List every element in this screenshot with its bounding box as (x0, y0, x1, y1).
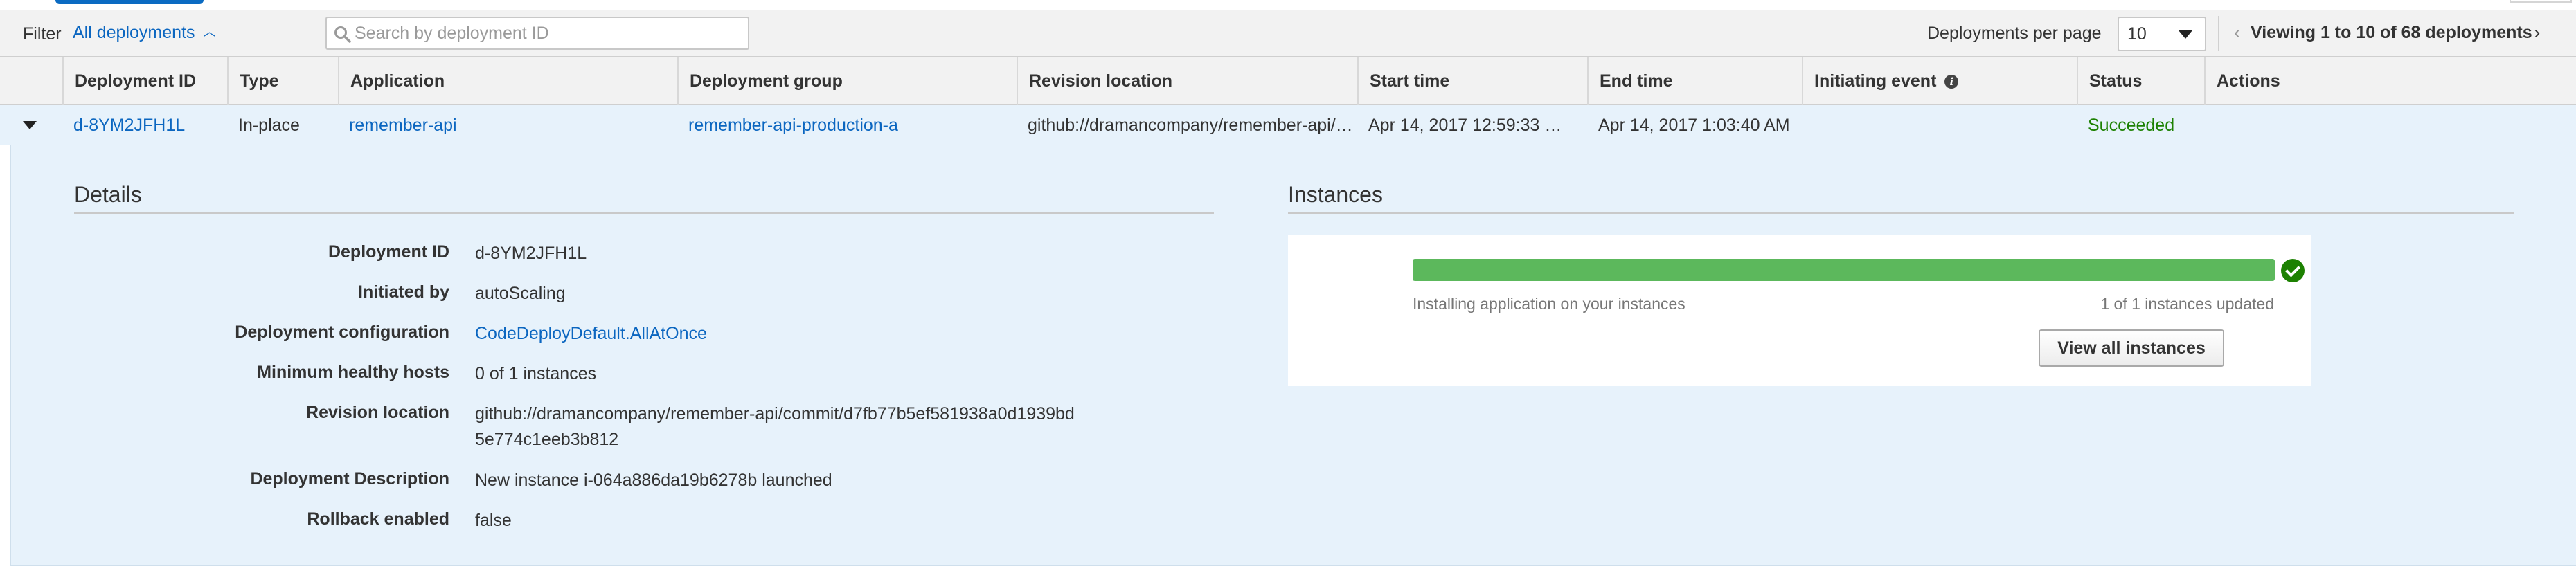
instances-panel: Installing application on your instances… (1288, 235, 2311, 386)
deployment-detail-panel: Details Deployment ID d-8YM2JFH1L Initia… (10, 145, 2576, 566)
secondary-action-edge[interactable] (2510, 0, 2572, 3)
actions-cell (2204, 105, 2576, 145)
header-expand-column (0, 57, 62, 105)
detail-minimum-healthy-hosts: 0 of 1 instances (475, 364, 597, 383)
search-icon (334, 26, 351, 43)
revision-location-cell: github://dramancompany/remember-api/comm… (1028, 116, 1357, 135)
detail-label: Revision location (306, 403, 449, 422)
detail-revision-location-line2: 5e774c1eeb3b812 (475, 430, 619, 449)
header-deployment-group[interactable]: Deployment group (677, 57, 1017, 105)
header-initiating-event[interactable]: Initiating event i (1802, 57, 2077, 105)
filter-value: All deployments (73, 23, 195, 42)
instances-progress-fill (1413, 259, 2275, 281)
header-actions: Actions (2204, 57, 2576, 105)
header-initiating-event-label: Initiating event (1814, 71, 1937, 91)
header-application[interactable]: Application (338, 57, 677, 105)
instances-divider (1288, 212, 2514, 214)
header-type[interactable]: Type (227, 57, 338, 105)
next-page-button[interactable]: › (2534, 21, 2540, 44)
header-revision-location[interactable]: Revision location (1017, 57, 1357, 105)
header-end-time[interactable]: End time (1587, 57, 1802, 105)
search-field[interactable] (325, 17, 749, 50)
end-time-cell: Apr 14, 2017 1:03:40 AM (1598, 116, 1790, 135)
primary-action-edge[interactable] (55, 0, 204, 4)
filter-bar: Filter All deployments ︿ Deployments per … (0, 10, 2576, 57)
search-input[interactable] (355, 22, 742, 44)
per-page-select[interactable]: 10 (2118, 17, 2206, 51)
instances-status-text: Installing application on your instances (1413, 295, 1685, 313)
instances-progress-bar (1413, 259, 2275, 281)
detail-deployment-description: New instance i-064a886da19b6278b launche… (475, 471, 832, 490)
pagination-status: Viewing 1 to 10 of 68 deployments (2251, 23, 2532, 42)
per-page-label: Deployments per page (1927, 24, 2102, 43)
table-row[interactable]: d-8YM2JFH1L In-place remember-api rememb… (0, 105, 2576, 145)
detail-label: Rollback enabled (307, 509, 449, 529)
collapse-row-icon[interactable] (23, 121, 37, 129)
per-page-value: 10 (2127, 24, 2147, 44)
details-divider (74, 212, 1214, 214)
detail-initiated-by: autoScaling (475, 284, 566, 303)
previous-page-button[interactable]: ‹ (2234, 21, 2240, 44)
chevron-up-icon: ︿ (203, 25, 216, 39)
header-start-time[interactable]: Start time (1357, 57, 1587, 105)
detail-label: Deployment Description (250, 469, 449, 489)
detail-label: Initiated by (358, 282, 449, 302)
instances-title: Instances (1288, 182, 1383, 207)
application-link[interactable]: remember-api (338, 105, 677, 145)
detail-rollback-enabled: false (475, 511, 512, 530)
deployment-type: In-place (238, 116, 300, 135)
filter-label: Filter (23, 24, 62, 44)
deployment-configuration-link[interactable]: CodeDeployDefault.AllAtOnce (475, 324, 707, 344)
check-circle-icon (2281, 259, 2305, 282)
info-icon[interactable]: i (1944, 75, 1959, 89)
detail-deployment-id: d-8YM2JFH1L (475, 244, 587, 263)
detail-label: Deployment configuration (235, 322, 449, 342)
header-status[interactable]: Status (2077, 57, 2204, 105)
detail-label: Minimum healthy hosts (257, 363, 449, 382)
top-strip (0, 0, 2576, 10)
deployment-id-link[interactable]: d-8YM2JFH1L (62, 105, 227, 145)
start-time-cell: Apr 14, 2017 12:59:33 PM (1368, 116, 1565, 135)
table-header: Deployment ID Type Application Deploymen… (0, 57, 2576, 105)
filter-dropdown[interactable]: All deployments ︿ (73, 23, 215, 43)
details-title: Details (74, 182, 142, 207)
caret-down-icon (2179, 30, 2192, 39)
status-cell: Succeeded (2088, 116, 2175, 135)
detail-revision-location-line1: github://dramancompany/remember-api/comm… (475, 404, 1075, 424)
view-all-instances-button[interactable]: View all instances (2039, 329, 2224, 367)
initiating-event-cell (1802, 105, 2077, 145)
header-deployment-id[interactable]: Deployment ID (62, 57, 229, 105)
detail-label: Deployment ID (328, 242, 449, 262)
deployment-group-link[interactable]: remember-api-production-a (677, 105, 1017, 145)
pager-divider (2218, 16, 2219, 51)
instances-count-text: 1 of 1 instances updated (2100, 295, 2274, 313)
